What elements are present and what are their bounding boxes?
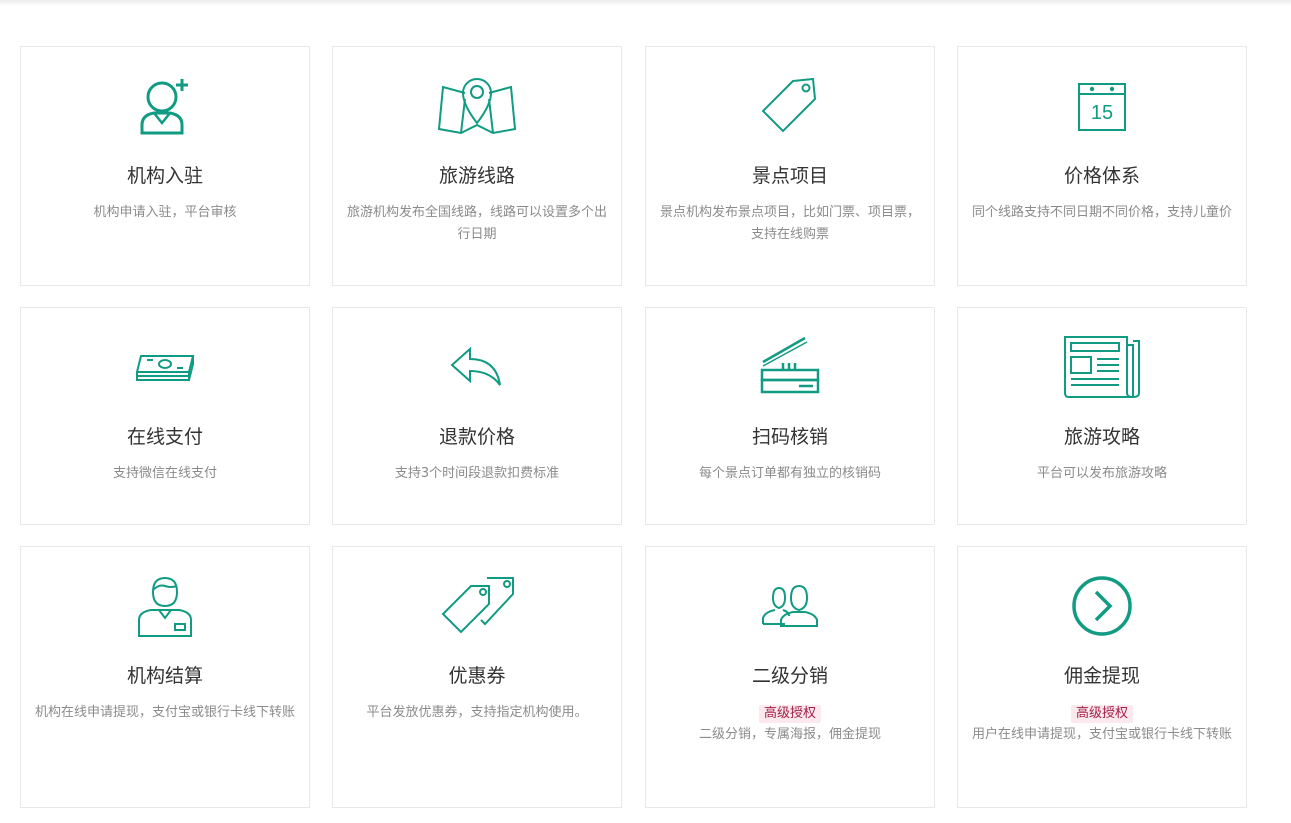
card-description: 机构申请入驻，平台审核 [93,205,237,220]
clerk-icon [21,573,309,639]
double-tag-icon [333,573,621,639]
card-description: 机构在线申请提现，支付宝或银行卡线下转账 [34,705,295,720]
premium-badge: 高级授权 [646,702,934,723]
feature-card-online-payment[interactable]: 在线支付 支持微信在线支付 [20,307,310,525]
calendar-day-text: 15 [1091,102,1113,124]
calendar-icon: 15 [958,73,1246,139]
cash-stack-icon [21,334,309,400]
feature-card-distribution[interactable]: 二级分销 高级授权 二级分销，专属海报，佣金提现 [645,546,935,808]
card-title: 在线支付 [126,426,203,448]
card-title: 退款价格 [438,426,515,448]
card-description: 支持微信在线支付 [112,466,217,481]
scanner-icon [646,334,934,400]
feature-card-org-onboarding[interactable]: 机构入驻 机构申请入驻，平台审核 [20,46,310,286]
badge-label: 高级授权 [1070,705,1133,723]
card-title: 景点项目 [751,165,828,187]
card-description: 景点机构发布景点项目，比如门票、项目票，支持在线购票 [659,205,920,242]
card-title: 旅游攻略 [1063,426,1140,448]
card-title: 机构结算 [126,665,203,687]
newspaper-icon [958,334,1246,400]
card-title: 机构入驻 [126,165,203,187]
card-title: 扫码核销 [751,426,828,448]
card-title: 佣金提现 [1063,665,1140,687]
feature-card-scan-verify[interactable]: 扫码核销 每个景点订单都有独立的核销码 [645,307,935,525]
card-description: 平台可以发布旅游攻略 [1036,466,1167,481]
card-description: 用户在线申请提现，支付宝或银行卡线下转账 [971,727,1232,742]
feature-card-settlement[interactable]: 机构结算 机构在线申请提现，支付宝或银行卡线下转账 [20,546,310,808]
feature-card-refund[interactable]: 退款价格 支持3个时间段退款扣费标准 [332,307,622,525]
card-description: 平台发放优惠券，支持指定机构使用。 [366,705,588,720]
circle-arrow-right-icon [958,573,1246,639]
header-shadow [0,0,1291,6]
card-description: 每个景点订单都有独立的核销码 [698,466,881,481]
feature-card-coupons[interactable]: 优惠券 平台发放优惠券，支持指定机构使用。 [332,546,622,808]
feature-card-travel-routes[interactable]: 旅游线路 旅游机构发布全国线路，线路可以设置多个出行日期 [332,46,622,286]
reply-arrow-icon [333,334,621,400]
badge-label: 高级授权 [758,705,821,723]
card-title: 二级分销 [751,665,828,687]
feature-card-withdrawal[interactable]: 佣金提现 高级授权 用户在线申请提现，支付宝或银行卡线下转账 [957,546,1247,808]
user-add-icon [21,73,309,139]
feature-card-travel-guide[interactable]: 旅游攻略 平台可以发布旅游攻略 [957,307,1247,525]
card-description: 旅游机构发布全国线路，线路可以设置多个出行日期 [346,205,607,242]
tag-icon [646,73,934,139]
card-title: 优惠券 [448,665,506,687]
card-description: 同个线路支持不同日期不同价格，支持儿童价 [971,205,1232,220]
card-description: 支持3个时间段退款扣费标准 [394,466,560,481]
feature-card-attractions[interactable]: 景点项目 景点机构发布景点项目，比如门票、项目票，支持在线购票 [645,46,935,286]
map-pin-icon [333,73,621,139]
feature-card-pricing[interactable]: 15 价格体系 同个线路支持不同日期不同价格，支持儿童价 [957,46,1247,286]
users-icon [646,573,934,639]
premium-badge: 高级授权 [958,702,1246,723]
card-description: 二级分销，专属海报，佣金提现 [698,727,881,742]
card-title: 旅游线路 [438,165,515,187]
card-title: 价格体系 [1063,165,1140,187]
